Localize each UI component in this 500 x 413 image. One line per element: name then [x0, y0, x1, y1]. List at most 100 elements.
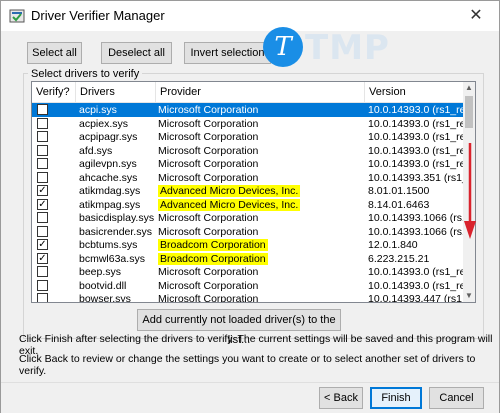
close-icon[interactable]: ✕ — [464, 5, 488, 27]
provider-name: Microsoft Corporation — [158, 279, 259, 292]
table-row[interactable]: ✓ bcbtums.sys Broadcom Corporation 12.0.1.8… — [32, 238, 463, 252]
info-text-back: Click Back to review or change the setti… — [19, 353, 476, 377]
verify-checkbox[interactable] — [37, 158, 48, 169]
table-row[interactable]: ✓ bcmwl63a.sys Broadcom Corporation 6.223.2… — [32, 252, 463, 266]
table-row[interactable]: acpiex.sys Microsoft Corporation 10.0.1439… — [32, 117, 463, 131]
scroll-up-icon[interactable]: ▲ — [463, 82, 475, 94]
driver-name: bcmwl63a.sys — [79, 252, 145, 265]
provider-cell: Microsoft Corporation — [158, 130, 363, 144]
provider-cell: Microsoft Corporation — [158, 157, 363, 171]
provider-cell: Microsoft Corporation — [158, 292, 363, 302]
table-row[interactable]: basicdisplay.sys Microsoft Corporation 10.… — [32, 211, 463, 225]
column-header-verify[interactable]: Verify? — [32, 82, 76, 102]
driver-name: basicdisplay.sys — [79, 212, 155, 224]
finish-button[interactable]: Finish — [370, 387, 422, 409]
provider-cell: Microsoft Corporation — [158, 144, 363, 158]
verify-checkbox[interactable]: ✓ — [37, 198, 48, 210]
driver-name: beep.sys — [79, 266, 122, 278]
version-cell: 10.0.14393.1066 (rs1... — [368, 225, 463, 238]
verify-checkbox[interactable] — [37, 104, 48, 115]
version-cell: 10.0.14393.0 (rs1_rel... — [368, 158, 463, 170]
driver-name: agilevpn.sys — [79, 158, 137, 170]
version-cell: 8.14.01.6463 — [368, 198, 430, 211]
select-all-button[interactable]: Select all — [27, 42, 82, 64]
table-row[interactable]: bowser.sys Microsoft Corporation 10.0.1439… — [32, 292, 463, 303]
verify-checkbox[interactable] — [37, 171, 48, 183]
version-cell: 10.0.14393.0 (rs1_rel... — [368, 104, 463, 116]
verify-checkbox[interactable] — [37, 266, 48, 277]
verify-checkbox[interactable] — [37, 225, 48, 237]
provider-cell: Microsoft Corporation — [158, 211, 363, 225]
version-cell: 10.0.14393.0 (rs1_rel... — [368, 266, 463, 278]
provider-name: Microsoft Corporation — [158, 266, 259, 278]
provider-name: Microsoft Corporation — [158, 225, 259, 238]
column-header-provider[interactable]: Provider — [156, 82, 365, 102]
cancel-button[interactable]: Cancel — [429, 387, 484, 409]
version-cell: 10.0.14393.1066 (rs1... — [368, 212, 463, 224]
provider-cell: Broadcom Corporation — [158, 238, 363, 252]
driver-name: acpipagr.sys — [79, 131, 138, 143]
version-cell: 6.223.215.21 — [368, 252, 430, 265]
title-bar: Driver Verifier Manager ✕ — [1, 1, 499, 31]
verify-checkbox[interactable] — [37, 144, 48, 156]
table-row[interactable]: agilevpn.sys Microsoft Corporation 10.0.14… — [32, 157, 463, 171]
provider-name: Microsoft Corporation — [158, 158, 259, 170]
column-header-version[interactable]: Version — [365, 82, 463, 102]
provider-name: Microsoft Corporation — [158, 131, 259, 143]
driver-verifier-icon — [9, 9, 25, 23]
verify-checkbox[interactable] — [37, 212, 48, 223]
table-row[interactable]: ahcache.sys Microsoft Corporation 10.0.143… — [32, 171, 463, 185]
version-cell: 10.0.14393.0 (rs1_rel... — [368, 144, 463, 157]
verify-checkbox[interactable]: ✓ — [37, 185, 48, 196]
driver-name: bootvid.dll — [79, 279, 127, 292]
scroll-down-icon[interactable]: ▼ — [463, 290, 475, 302]
table-row[interactable]: beep.sys Microsoft Corporation 10.0.14393.… — [32, 265, 463, 279]
footer-bar — [1, 382, 499, 413]
table-row[interactable]: bootvid.dll Microsoft Corporation 10.0.143… — [32, 279, 463, 293]
column-header-drivers[interactable]: Drivers — [76, 82, 156, 102]
driver-verifier-window: Driver Verifier Manager ✕ Select all Des… — [0, 0, 500, 413]
table-row[interactable]: ✓ atikmdag.sys Advanced Micro Devices, Inc… — [32, 184, 463, 198]
version-cell: 12.0.1.840 — [368, 239, 418, 251]
version-cell: 10.0.14393.0 (rs1_rel... — [368, 131, 463, 143]
provider-name: Microsoft Corporation — [158, 171, 259, 184]
table-row[interactable]: ✓ atikmpag.sys Advanced Micro Devices, Inc… — [32, 198, 463, 212]
verify-checkbox[interactable]: ✓ — [37, 252, 48, 264]
logo-text: TMP — [305, 28, 390, 68]
provider-name: Microsoft Corporation — [158, 144, 259, 157]
table-row[interactable]: basicrender.sys Microsoft Corporation 10.0… — [32, 225, 463, 239]
window-title: Driver Verifier Manager — [31, 8, 165, 23]
verify-checkbox[interactable] — [37, 131, 48, 142]
logo-circle: T — [263, 27, 303, 67]
checkmark-icon: ✓ — [38, 198, 47, 210]
driver-name: atikmdag.sys — [79, 185, 141, 197]
driver-name: basicrender.sys — [79, 225, 152, 238]
driver-name: atikmpag.sys — [79, 198, 141, 211]
provider-cell: Microsoft Corporation — [158, 265, 363, 279]
provider-name: Advanced Micro Devices, Inc. — [158, 185, 301, 197]
invert-selection-button[interactable]: Invert selection — [184, 42, 271, 64]
driver-name: bcbtums.sys — [79, 239, 138, 251]
provider-cell: Microsoft Corporation — [158, 117, 363, 131]
checkmark-icon: ✓ — [38, 252, 47, 264]
checkmark-icon: ✓ — [38, 185, 47, 196]
table-row[interactable]: afd.sys Microsoft Corporation 10.0.14393.0… — [32, 144, 463, 158]
verify-checkbox[interactable] — [37, 279, 48, 291]
add-not-loaded-drivers-button[interactable]: Add currently not loaded driver(s) to th… — [137, 309, 341, 346]
driver-name: acpi.sys — [79, 104, 117, 116]
verify-checkbox[interactable]: ✓ — [37, 239, 48, 250]
back-button[interactable]: < Back — [319, 387, 363, 409]
provider-name: Microsoft Corporation — [158, 117, 259, 130]
provider-cell: Microsoft Corporation — [158, 225, 363, 239]
table-row[interactable]: acpi.sys Microsoft Corporation 10.0.14393.… — [32, 103, 463, 117]
scroll-thumb[interactable] — [465, 96, 473, 128]
verify-checkbox[interactable] — [37, 117, 48, 129]
version-cell: 10.0.14393.447 (rs1_rel... — [368, 293, 463, 303]
table-row[interactable]: acpipagr.sys Microsoft Corporation 10.0.14… — [32, 130, 463, 144]
watermark-logo: T TMP — [263, 25, 389, 69]
version-cell: 8.01.01.1500 — [368, 185, 430, 197]
deselect-all-button[interactable]: Deselect all — [101, 42, 172, 64]
provider-cell: Microsoft Corporation — [158, 279, 363, 293]
verify-checkbox[interactable] — [37, 293, 48, 302]
drivers-list[interactable]: Verify? Drivers Provider Version acpi.sy… — [31, 81, 476, 303]
